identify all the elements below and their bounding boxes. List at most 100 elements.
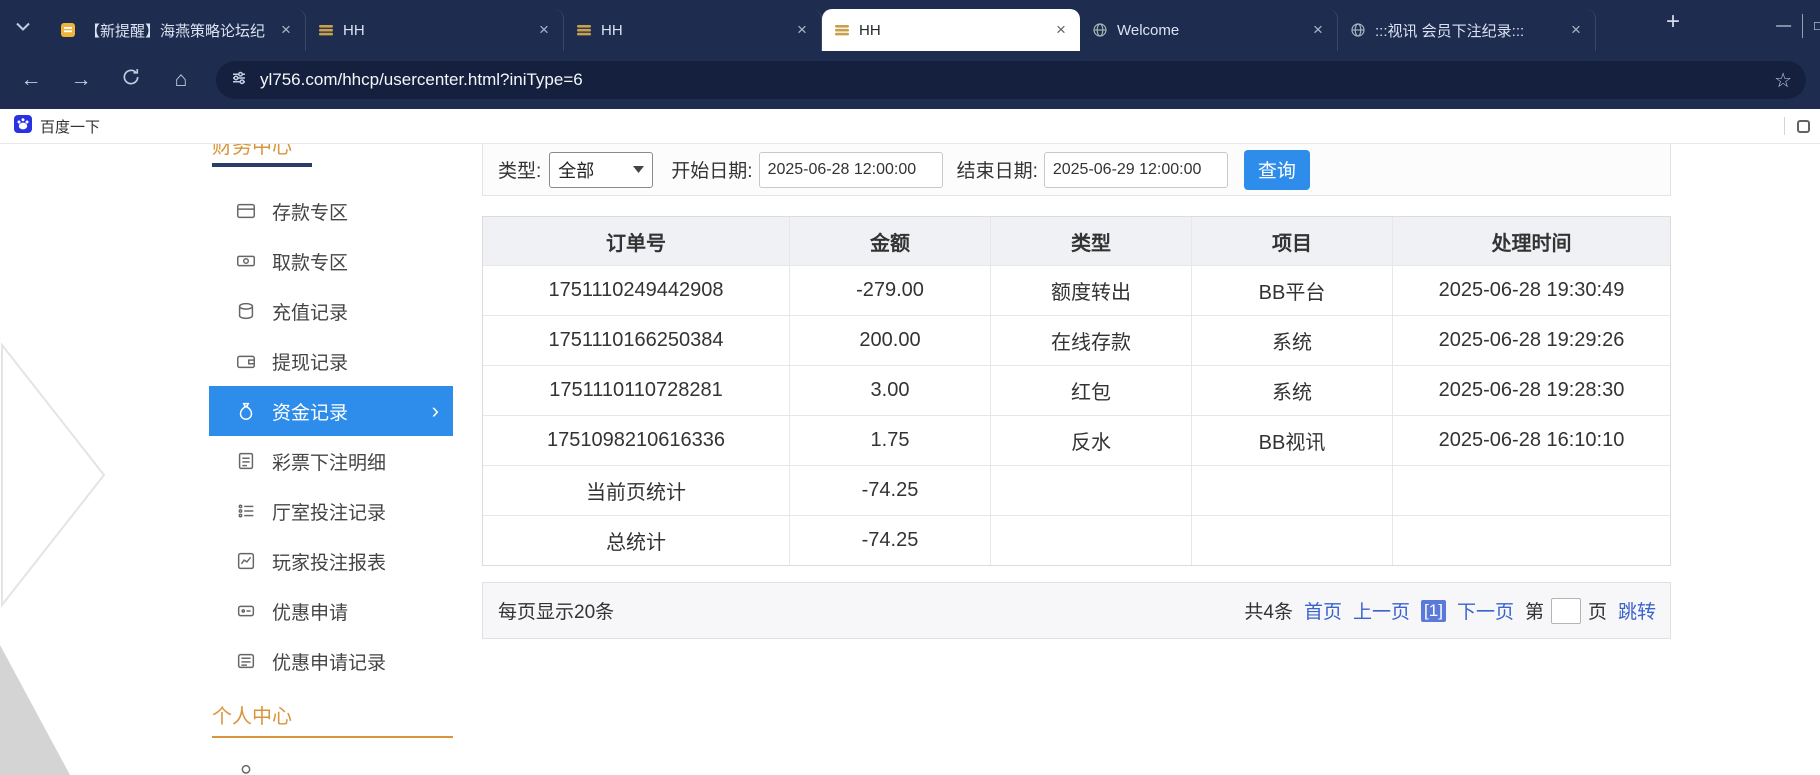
type-cell: 红包: [990, 366, 1191, 415]
tab-close-icon[interactable]: ×: [277, 20, 295, 40]
player-report-icon: [235, 550, 257, 572]
sidebar-item-lottery-bet-details[interactable]: 彩票下注明细: [209, 436, 453, 486]
type-cell: [990, 516, 1191, 565]
reload-icon[interactable]: [118, 67, 144, 93]
cashout-icon: [235, 350, 257, 372]
maximize-button[interactable]: □: [1814, 18, 1820, 33]
window-controls: — □: [1776, 0, 1818, 51]
table-row-page-total: 当前页统计 -74.25: [483, 465, 1670, 515]
project-cell: [1191, 466, 1392, 515]
start-date-input[interactable]: [759, 152, 943, 188]
sidebar-item-withdraw-zone[interactable]: 取款专区: [209, 236, 453, 286]
browser-tab-forum[interactable]: 【新提醒】海燕策略论坛纪 ×: [48, 9, 306, 51]
sidebar-item-funds-records[interactable]: 资金记录 ›: [209, 386, 453, 436]
sidebar-item-label: 资金记录: [272, 398, 348, 425]
promo-record-icon: [235, 650, 257, 672]
project-cell: BB平台: [1191, 266, 1392, 315]
tab-title: :::视讯 会员下注纪录:::: [1375, 20, 1567, 41]
site-settings-icon[interactable]: [230, 69, 248, 92]
hall-bet-icon: [235, 500, 257, 522]
new-tab-button[interactable]: +: [1658, 8, 1688, 38]
browser-tab-hh-2[interactable]: HH ×: [564, 9, 822, 51]
tab-close-icon[interactable]: ×: [793, 20, 811, 40]
current-page-indicator[interactable]: [1]: [1421, 600, 1446, 622]
tab-title: HH: [601, 22, 793, 39]
sidebar-item-partial[interactable]: [235, 762, 257, 775]
tab-close-icon[interactable]: ×: [1052, 20, 1070, 40]
sidebar: 存款专区 取款专区 充值记录 提现记录 资金记录 ›: [209, 186, 453, 686]
funds-table: 订单号 金额 类型 项目 处理时间 1751110249442908 -279.…: [482, 216, 1671, 566]
sidebar-item-deposit-zone[interactable]: 存款专区: [209, 186, 453, 236]
bookmark-baidu[interactable]: 百度一下: [14, 115, 100, 137]
forward-icon[interactable]: →: [68, 68, 94, 92]
type-cell: 在线存款: [990, 316, 1191, 365]
tab-search-icon[interactable]: [16, 18, 30, 36]
sidebar-section-finance-underline: [212, 163, 312, 167]
tab-title: Welcome: [1117, 22, 1309, 39]
sidebar-item-label: 提现记录: [272, 348, 348, 375]
table-row-grand-total: 总统计 -74.25: [483, 515, 1670, 565]
sidebar-item-promo-apply[interactable]: 优惠申请: [209, 586, 453, 636]
globe-favicon-icon: [1350, 22, 1366, 38]
sidebar-item-recharge-records[interactable]: 充值记录: [209, 286, 453, 336]
start-date-label: 开始日期:: [671, 156, 752, 183]
time-cell: 2025-06-28 19:28:30: [1392, 366, 1670, 415]
sidebar-item-label: 彩票下注明细: [272, 448, 386, 475]
lottery-icon: [235, 450, 257, 472]
forum-favicon-icon: [60, 22, 76, 38]
bookmark-star-icon[interactable]: ☆: [1774, 68, 1792, 93]
tab-title: HH: [859, 22, 1052, 39]
page-size-text: 每页显示20条: [498, 597, 614, 624]
side-panel-icon[interactable]: [1797, 120, 1810, 133]
end-date-input[interactable]: [1044, 152, 1228, 188]
funds-icon: [235, 400, 257, 422]
tab-title: 【新提醒】海燕策略论坛纪: [85, 20, 277, 41]
url-text[interactable]: yl756.com/hhcp/usercenter.html?iniType=6: [260, 70, 1774, 90]
sidebar-item-label: 取款专区: [272, 248, 348, 275]
window-controls-divider: [1802, 14, 1803, 38]
sidebar-item-cashout-records[interactable]: 提现记录: [209, 336, 453, 386]
back-icon[interactable]: ←: [18, 68, 44, 92]
sidebar-item-player-bet-report[interactable]: 玩家投注报表: [209, 536, 453, 586]
browser-window: 【新提醒】海燕策略论坛纪 × HH × HH ×: [0, 0, 1820, 775]
prev-page-link[interactable]: 上一页: [1353, 597, 1410, 624]
next-page-link[interactable]: 下一页: [1457, 597, 1514, 624]
sidebar-item-promo-apply-records[interactable]: 优惠申请记录: [209, 636, 453, 686]
type-select[interactable]: 全部: [549, 152, 653, 188]
browser-tab-hh-active[interactable]: HH ×: [822, 9, 1080, 51]
column-header: 类型: [990, 217, 1191, 265]
end-date-label: 结束日期:: [957, 156, 1038, 183]
type-cell: 反水: [990, 416, 1191, 465]
column-header: 处理时间: [1392, 217, 1670, 265]
address-bar[interactable]: yl756.com/hhcp/usercenter.html?iniType=6…: [216, 61, 1806, 99]
browser-tab-hh-1[interactable]: HH ×: [306, 9, 564, 51]
column-header: 订单号: [483, 217, 789, 265]
table-row: 1751098210616336 1.75 反水 BB视讯 2025-06-28…: [483, 415, 1670, 465]
time-cell: [1392, 516, 1670, 565]
browser-tab-welcome[interactable]: Welcome ×: [1080, 9, 1338, 51]
tab-close-icon[interactable]: ×: [1309, 20, 1327, 40]
first-page-link[interactable]: 首页: [1304, 597, 1342, 624]
time-cell: 2025-06-28 19:30:49: [1392, 266, 1670, 315]
sidebar-item-hall-bet-records[interactable]: 厅室投注记录: [209, 486, 453, 536]
home-icon[interactable]: ⌂: [168, 68, 194, 92]
tab-close-icon[interactable]: ×: [1567, 20, 1585, 40]
amount-cell: 1.75: [789, 416, 990, 465]
amount-cell: 3.00: [789, 366, 990, 415]
baidu-favicon-icon: [14, 115, 32, 137]
page-jump-input[interactable]: [1551, 598, 1581, 624]
tab-list: 【新提醒】海燕策略论坛纪 × HH × HH ×: [48, 9, 1596, 51]
amount-cell: 200.00: [789, 316, 990, 365]
deposit-icon: [235, 200, 257, 222]
order-no-cell: 1751110166250384: [483, 316, 789, 365]
table-row: 1751110166250384 200.00 在线存款 系统 2025-06-…: [483, 315, 1670, 365]
search-button[interactable]: 查询: [1244, 150, 1310, 190]
bookmark-label: 百度一下: [40, 116, 100, 137]
jump-label-pre: 第: [1525, 597, 1544, 624]
minimize-button[interactable]: —: [1776, 17, 1791, 34]
jump-button[interactable]: 跳转: [1618, 597, 1656, 624]
browser-tab-bet-records[interactable]: :::视讯 会员下注纪录::: ×: [1338, 9, 1596, 51]
type-cell: 额度转出: [990, 266, 1191, 315]
tab-close-icon[interactable]: ×: [535, 20, 553, 40]
user-icon: [235, 771, 257, 775]
